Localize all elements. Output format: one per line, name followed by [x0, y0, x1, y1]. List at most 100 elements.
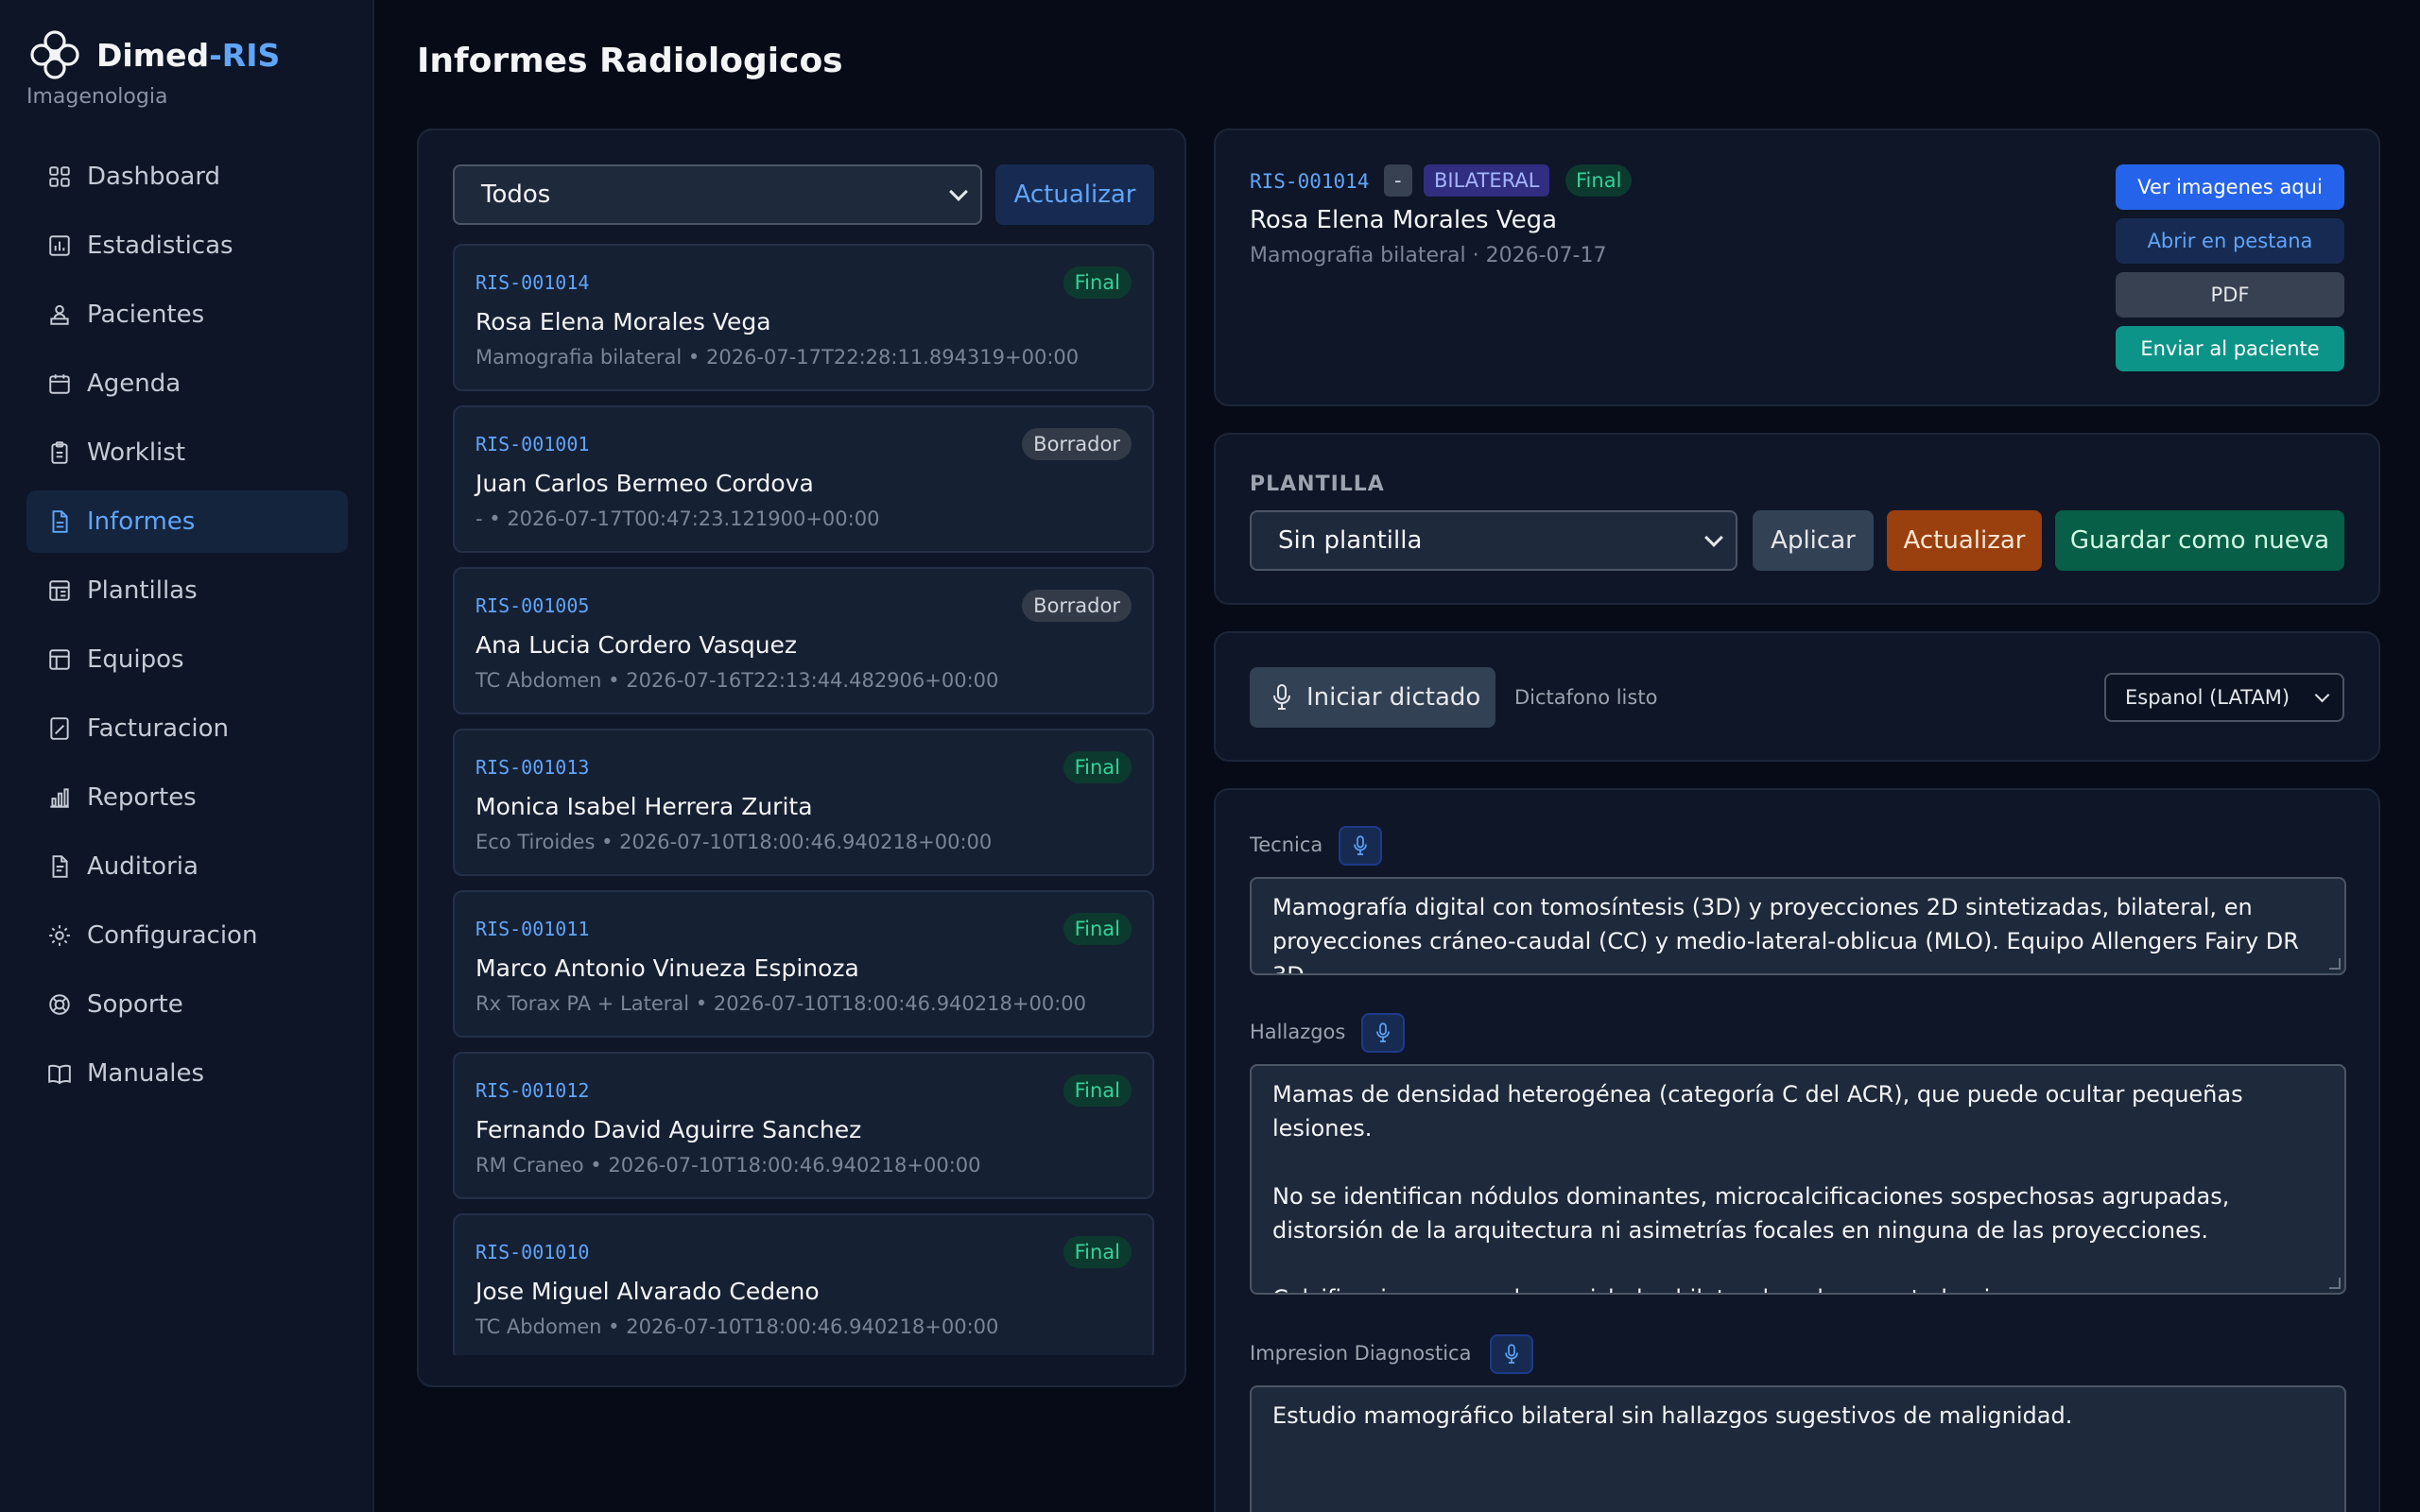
report-card[interactable]: RIS-001012 Final Fernando David Aguirre … — [453, 1052, 1154, 1199]
dashboard-icon — [47, 164, 72, 189]
patients-icon — [47, 302, 72, 327]
refresh-list-button[interactable]: Actualizar — [995, 164, 1154, 225]
impresion-text: Estudio mamográfico bilateral sin hallaz… — [1272, 1402, 2073, 1429]
report-meta: Rx Torax PA + Lateral • 2026-07-10T18:00… — [475, 992, 1086, 1015]
sidebar-nav: Dashboard Estadisticas Pacientes Agenda … — [26, 146, 348, 1111]
dictation-status: Dictafono listo — [1514, 686, 1658, 709]
dictation-panel: Iniciar dictado Dictafono listo Espanol … — [1214, 631, 2380, 762]
sidebar-item-label: Reportes — [87, 783, 197, 812]
tecnica-label: Tecnica — [1250, 833, 1323, 856]
brand: Dimed-RIS — [26, 26, 280, 83]
sidebar-item-plantillas[interactable]: Plantillas — [26, 559, 348, 622]
sidebar-item-soporte[interactable]: Soporte — [26, 973, 348, 1036]
report-id: RIS-001014 — [475, 271, 590, 294]
sidebar-item-manuales[interactable]: Manuales — [26, 1042, 348, 1105]
page-title: Informes Radiologicos — [417, 42, 843, 80]
open-in-tab-button[interactable]: Abrir en pestana — [2116, 218, 2344, 264]
send-to-patient-button[interactable]: Enviar al paciente — [2116, 326, 2344, 371]
sidebar-item-estadisticas[interactable]: Estadisticas — [26, 215, 348, 277]
start-dictation-button[interactable]: Iniciar dictado — [1250, 667, 1495, 728]
sidebar-item-agenda[interactable]: Agenda — [26, 352, 348, 415]
gear-icon — [47, 923, 72, 948]
impresion-mic-button[interactable] — [1490, 1334, 1533, 1374]
study-meta: Mamografia bilateral · 2026-07-17 — [1250, 244, 1607, 267]
chevron-down-icon — [949, 182, 968, 201]
report-list: RIS-001014 Final Rosa Elena Morales Vega… — [453, 244, 1154, 1355]
report-id: RIS-001010 — [475, 1241, 590, 1263]
report-card[interactable]: RIS-001011 Final Marco Antonio Vinueza E… — [453, 890, 1154, 1038]
status-badge: Final — [1063, 1236, 1132, 1268]
hallazgos-mic-button[interactable] — [1361, 1013, 1405, 1053]
logo-icon — [30, 30, 79, 79]
microphone-icon — [1376, 1022, 1390, 1042]
sidebar-item-facturacion[interactable]: Facturacion — [26, 697, 348, 760]
resize-handle[interactable] — [2329, 1278, 2341, 1289]
report-card[interactable]: RIS-001013 Final Monica Isabel Herrera Z… — [453, 729, 1154, 876]
sidebar-item-label: Worklist — [87, 438, 186, 467]
sidebar-item-auditoria[interactable]: Auditoria — [26, 835, 348, 898]
sidebar: Dimed-RIS Imagenologia Dashboard Estadis… — [0, 0, 374, 1512]
equipment-icon — [47, 647, 72, 672]
status-badge: Final — [1063, 913, 1132, 945]
chevron-down-icon — [1704, 528, 1723, 547]
sidebar-item-dashboard[interactable]: Dashboard — [26, 146, 348, 208]
report-meta: - • 2026-07-17T00:47:23.121900+00:00 — [475, 507, 880, 530]
apply-template-button[interactable]: Aplicar — [1753, 510, 1874, 571]
microphone-icon — [1505, 1344, 1518, 1364]
report-card[interactable]: RIS-001014 Final Rosa Elena Morales Vega… — [453, 244, 1154, 391]
sidebar-item-label: Pacientes — [87, 301, 205, 329]
sidebar-item-worklist[interactable]: Worklist — [26, 421, 348, 484]
report-editor-panel: Tecnica Mamografía digital con tomosínte… — [1214, 788, 2380, 1512]
status-badge: Final — [1063, 751, 1132, 783]
sidebar-item-label: Plantillas — [87, 576, 198, 605]
report-header-panel: RIS-001014 - BILATERAL Final Rosa Elena … — [1214, 129, 2380, 406]
status-badge: Final — [1063, 266, 1132, 299]
bar-chart-icon — [47, 785, 72, 810]
status-filter-value: Todos — [481, 180, 551, 209]
update-template-button[interactable]: Actualizar — [1887, 510, 2042, 571]
report-card[interactable]: RIS-001005 Borrador Ana Lucia Cordero Va… — [453, 567, 1154, 714]
patient-name: Marco Antonio Vinueza Espinoza — [475, 954, 859, 982]
template-select[interactable]: Sin plantilla — [1250, 510, 1737, 571]
report-card[interactable]: RIS-001010 Final Jose Miguel Alvarado Ce… — [453, 1213, 1154, 1355]
start-dictation-label: Iniciar dictado — [1306, 683, 1481, 712]
sidebar-item-label: Equipos — [87, 645, 184, 674]
status-badge: Borrador — [1022, 428, 1132, 460]
sidebar-item-informes[interactable]: Informes — [26, 490, 348, 553]
sidebar-item-equipos[interactable]: Equipos — [26, 628, 348, 691]
tecnica-mic-button[interactable] — [1339, 826, 1382, 866]
language-select[interactable]: Espanol (LATAM) — [2104, 673, 2344, 722]
sidebar-item-label: Auditoria — [87, 852, 199, 881]
patient-name: Rosa Elena Morales Vega — [1250, 206, 1558, 234]
status-badge: Final — [1063, 1074, 1132, 1107]
sidebar-item-reportes[interactable]: Reportes — [26, 766, 348, 829]
resize-handle[interactable] — [2329, 958, 2341, 970]
report-meta: TC Abdomen • 2026-07-16T22:13:44.482906+… — [475, 669, 999, 692]
tecnica-textarea[interactable]: Mamografía digital con tomosíntesis (3D)… — [1250, 877, 2346, 975]
invoice-icon — [47, 716, 72, 741]
status-badge: Final — [1565, 164, 1633, 197]
patient-name: Jose Miguel Alvarado Cedeno — [475, 1278, 820, 1305]
sidebar-item-configuracion[interactable]: Configuracion — [26, 904, 348, 967]
sidebar-item-label: Soporte — [87, 990, 183, 1019]
save-as-new-template-button[interactable]: Guardar como nueva — [2055, 510, 2344, 571]
hallazgos-textarea[interactable]: Mamas de densidad heterogénea (categoría… — [1250, 1064, 2346, 1295]
report-card[interactable]: RIS-001001 Borrador Juan Carlos Bermeo C… — [453, 405, 1154, 553]
view-images-button[interactable]: Ver imagenes aqui — [2116, 164, 2344, 210]
report-id: RIS-001013 — [475, 756, 590, 779]
status-filter-select[interactable]: Todos — [453, 164, 982, 225]
sidebar-item-label: Manuales — [87, 1059, 205, 1088]
book-icon — [47, 1061, 72, 1086]
pdf-button[interactable]: PDF — [2116, 272, 2344, 318]
report-id: RIS-001011 — [475, 918, 590, 940]
tecnica-text: Mamografía digital con tomosíntesis (3D)… — [1272, 894, 2307, 975]
impresion-textarea[interactable]: Estudio mamográfico bilateral sin hallaz… — [1250, 1385, 2346, 1512]
impresion-label: Impresion Diagnostica — [1250, 1342, 1472, 1365]
report-list-panel: Todos Actualizar RIS-001014 Final Rosa E… — [417, 129, 1186, 1387]
sidebar-item-label: Facturacion — [87, 714, 229, 743]
sidebar-item-pacientes[interactable]: Pacientes — [26, 284, 348, 346]
report-id: RIS-001001 — [475, 433, 590, 455]
report-meta: Mamografia bilateral • 2026-07-17T22:28:… — [475, 346, 1080, 369]
report-id: RIS-001005 — [475, 594, 590, 617]
report-meta: TC Abdomen • 2026-07-10T18:00:46.940218+… — [475, 1315, 999, 1338]
